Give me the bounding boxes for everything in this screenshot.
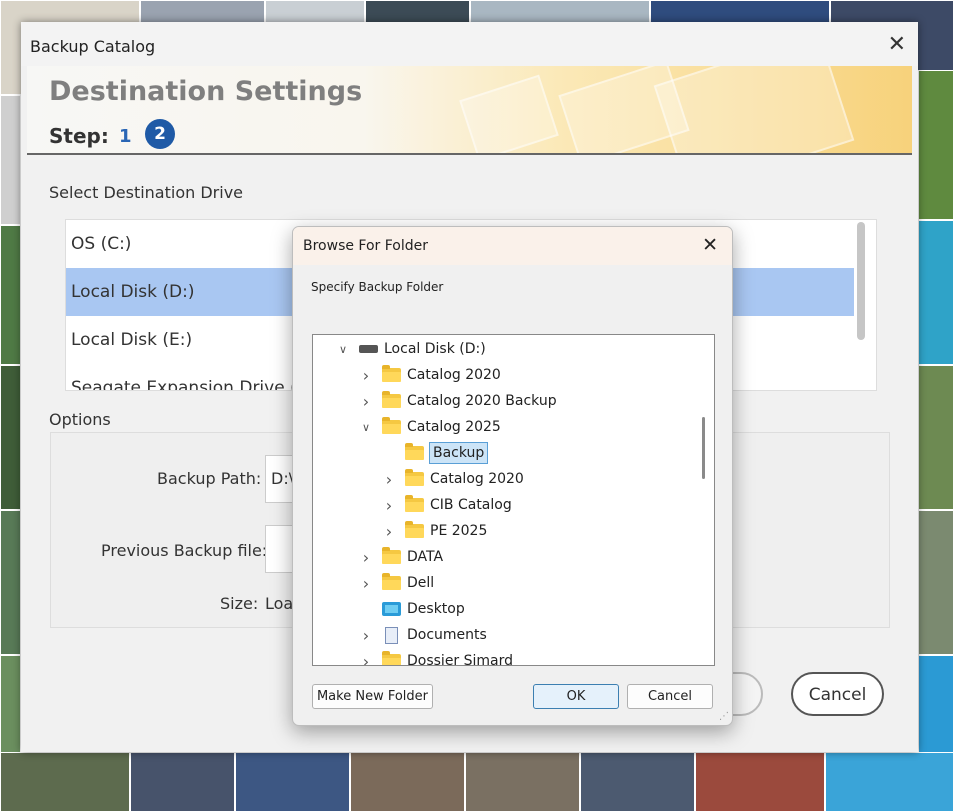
folder-tree-label: Dell (407, 575, 435, 591)
desktop-icon (382, 602, 401, 616)
size-label: Size: (220, 594, 259, 613)
photo-tile (580, 752, 695, 812)
close-icon[interactable]: ✕ (888, 32, 906, 57)
browse-cancel-button[interactable]: Cancel (627, 684, 713, 709)
backup-path-label: Backup Path: (157, 469, 262, 488)
folder-tree[interactable]: ∨ Local Disk (D:) › Catalog 2020 › Catalog 20… (312, 334, 715, 666)
folder-icon (405, 469, 424, 486)
folder-tree-label: Local Disk (D:) (384, 341, 486, 357)
chevron-right-icon[interactable]: › (360, 652, 372, 666)
folder-tree-label: Dossier Simard (407, 653, 514, 666)
folder-tree-label: DATA (407, 549, 444, 565)
photo-card-decoration (653, 66, 855, 154)
photo-tile (918, 510, 954, 655)
photo-tile (918, 365, 954, 510)
ok-button[interactable]: OK (533, 684, 619, 709)
folder-tree-row[interactable]: › DATA (360, 545, 443, 569)
banner-divider (27, 153, 912, 155)
cancel-button[interactable]: Cancel (791, 672, 884, 716)
photo-tile (0, 365, 21, 510)
folder-tree-row[interactable]: › Dossier Simard (360, 649, 514, 666)
step-label: Step: (49, 124, 109, 148)
chevron-right-icon[interactable]: › (360, 366, 372, 385)
photo-tile (695, 752, 825, 812)
folder-tree-row[interactable]: › Dell (360, 571, 434, 595)
chevron-right-icon[interactable]: › (383, 470, 395, 489)
previous-backup-file-label: Previous Backup file: (101, 541, 268, 560)
options-label: Options (49, 410, 111, 429)
folder-tree-scrollbar[interactable] (702, 417, 705, 479)
photo-tile (465, 752, 580, 812)
size-value: Loa (265, 594, 294, 613)
chevron-down-icon[interactable]: ∨ (360, 421, 372, 434)
browse-for-folder-dialog: Browse For Folder ✕ Specify Backup Folde… (292, 226, 733, 726)
folder-tree-row[interactable]: › Catalog 2020 Backup (360, 389, 557, 413)
docs-icon (385, 626, 398, 644)
chevron-right-icon[interactable]: › (383, 522, 395, 541)
folder-tree-label: PE 2025 (430, 523, 488, 539)
chevron-right-icon[interactable]: › (360, 548, 372, 567)
photo-tile (918, 70, 954, 220)
photo-tile (0, 752, 130, 812)
folder-tree-label: Catalog 2020 (407, 367, 501, 383)
chevron-right-icon[interactable]: › (360, 392, 372, 411)
folder-icon (382, 365, 401, 382)
browse-title: Browse For Folder (303, 238, 429, 254)
folder-icon (382, 573, 401, 590)
photo-card-decoration (459, 74, 559, 154)
folder-icon (382, 651, 401, 665)
folder-tree-label: Backup (428, 442, 489, 464)
folder-icon (405, 495, 424, 512)
chevron-down-icon[interactable]: ∨ (337, 343, 349, 356)
resize-grip-icon[interactable]: ⋰ (719, 712, 729, 722)
dialog-titlebar: Backup Catalog ✕ (21, 22, 918, 66)
page-title: Destination Settings (49, 76, 363, 107)
folder-tree-label: CIB Catalog (430, 497, 512, 513)
folder-tree-row[interactable]: ∨ Local Disk (D:) (337, 337, 486, 361)
folder-tree-label: Documents (407, 627, 487, 643)
photo-tile (0, 225, 21, 365)
folder-icon (382, 391, 401, 408)
folder-icon (405, 521, 424, 538)
photo-tile (130, 752, 235, 812)
photo-tile (918, 220, 954, 365)
folder-tree-row[interactable]: › Documents (360, 623, 487, 647)
folder-icon (382, 547, 401, 564)
photo-tile (825, 752, 954, 812)
folder-tree-label: Desktop (407, 601, 465, 617)
folder-tree-label: Catalog 2020 (430, 471, 524, 487)
select-destination-drive-label: Select Destination Drive (49, 183, 243, 202)
photo-tile (0, 95, 21, 225)
folder-tree-row[interactable]: Backup (383, 441, 489, 465)
drive-list-scrollbar[interactable] (857, 222, 865, 340)
chevron-right-icon[interactable]: › (360, 626, 372, 645)
make-new-folder-button[interactable]: Make New Folder (312, 684, 433, 709)
browse-instruction: Specify Backup Folder (311, 280, 444, 294)
folder-tree-row[interactable]: › CIB Catalog (383, 493, 512, 517)
destination-banner: Destination Settings Step: 1 2 (27, 66, 912, 154)
step-1-indicator: 1 (119, 126, 132, 147)
folder-tree-row[interactable]: › PE 2025 (383, 519, 487, 543)
drive-icon (359, 345, 378, 353)
folder-tree-label: Catalog 2020 Backup (407, 393, 557, 409)
browse-close-icon[interactable]: ✕ (702, 234, 718, 256)
folder-tree-row[interactable]: ∨ Catalog 2025 (360, 415, 501, 439)
photo-tile (0, 510, 21, 655)
chevron-right-icon[interactable]: › (383, 496, 395, 515)
step-2-indicator-current: 2 (145, 119, 175, 149)
folder-tree-row[interactable]: Desktop (360, 597, 465, 621)
browse-titlebar: Browse For Folder ✕ (293, 227, 732, 265)
folder-tree-label: Catalog 2025 (407, 419, 501, 435)
photo-tile (350, 752, 465, 812)
folder-icon (382, 417, 401, 434)
folder-icon (405, 443, 424, 460)
dialog-title: Backup Catalog (30, 37, 156, 56)
photo-tile (235, 752, 350, 812)
chevron-right-icon[interactable]: › (360, 574, 372, 593)
folder-tree-row[interactable]: › Catalog 2020 (383, 467, 524, 491)
folder-tree-row[interactable]: › Catalog 2020 (360, 363, 501, 387)
